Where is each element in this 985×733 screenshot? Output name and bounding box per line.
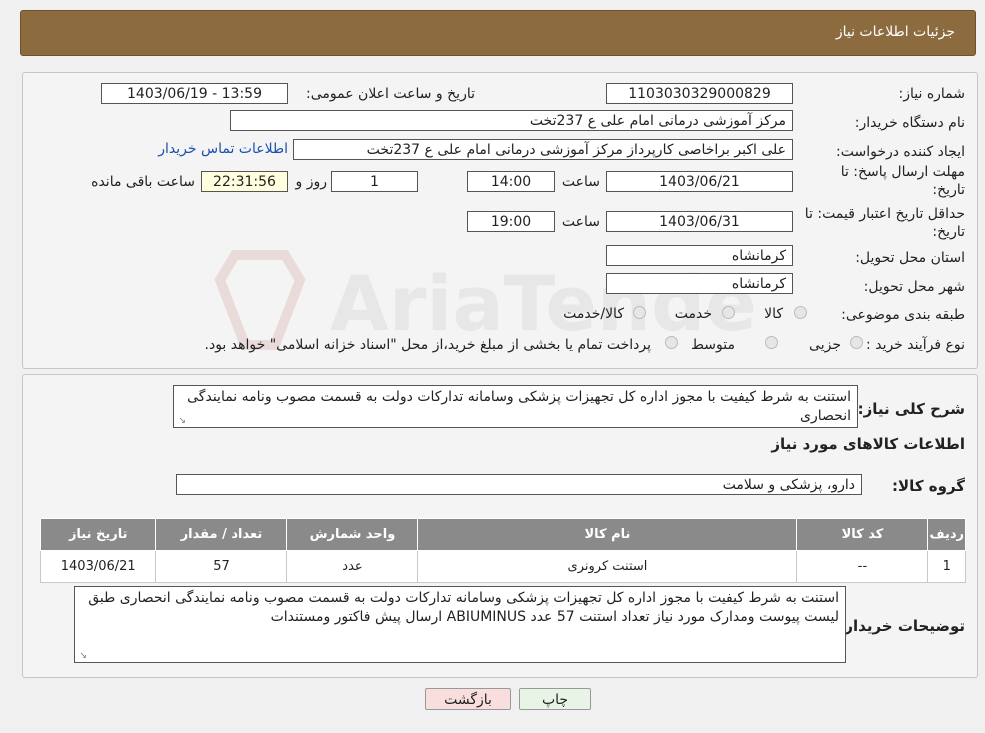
goods-group-label: گروه کالا: [892,477,965,495]
col-date: تاریخ نیاز [39,518,157,551]
requester-label: ایجاد کننده درخواست: [836,144,965,160]
validity-label-date: تاریخ: [932,224,965,240]
col-quantity: تعداد / مقدار [155,518,288,551]
cell-code: -- [796,550,929,583]
announce-label: تاریخ و ساعت اعلان عمومی: [306,86,475,102]
cell-unit: عدد [286,550,419,583]
description-label: شرح کلی نیاز: [857,400,965,418]
days-field: 1 [331,171,418,192]
buyer-notes-label: توضیحات خریدار: [838,617,965,635]
remaining-time-field: 22:31:56 [201,171,288,192]
goods-table-header: ردیف کد کالا نام کالا واحد شمارش تعداد /… [39,518,966,551]
purchase-radio-minor[interactable] [850,336,863,349]
requester-field: علی اکبر براخاصی کارپرداز مرکز آموزشی در… [293,139,793,160]
deadline-label: مهلت ارسال پاسخ: تا [840,164,965,180]
deadline-time-label: ساعت [561,174,600,190]
description-text: استنت به شرط کیفیت با مجوز اداره کل تجهی… [187,389,851,424]
description-textarea[interactable]: استنت به شرط کیفیت با مجوز اداره کل تجهی… [173,385,858,428]
days-label: روز و [295,174,328,190]
category-option-both: کالا/خدمت [563,306,624,322]
col-row: ردیف [927,518,966,551]
purchase-option-medium: متوسط [691,337,735,353]
purchase-note: پرداخت تمام یا بخشی از مبلغ خرید،از محل … [204,337,651,353]
deadline-time-field: 14:00 [467,171,555,192]
cell-date: 1403/06/21 [39,550,157,583]
category-radio-goods[interactable] [794,306,807,319]
goods-group-field: دارو، پزشکی و سلامت [176,474,862,495]
deadline-date-field: 1403/06/21 [606,171,793,192]
col-name: نام کالا [417,518,798,551]
table-row: 1 -- استنت کرونری عدد 57 1403/06/21 [39,550,966,583]
category-option-service: خدمت [674,306,712,322]
cell-row: 1 [927,550,966,583]
buyer-notes-textarea[interactable]: استنت به شرط کیفیت با مجوز اداره کل تجهی… [74,586,846,663]
col-code: کد کالا [796,518,929,551]
cell-quantity: 57 [155,550,288,583]
cell-name: استنت کرونری [417,550,798,583]
contact-info-link[interactable]: اطلاعات تماس خریدار [158,141,288,157]
purchase-radio-medium[interactable] [765,336,778,349]
print-button[interactable]: چاپ [519,688,591,710]
buyer-org-label: نام دستگاه خریدار: [854,115,965,131]
resize-grip-icon[interactable]: ↘ [176,416,186,426]
page-header: جزئیات اطلاعات نیاز [20,10,976,56]
page-title: جزئیات اطلاعات نیاز [835,24,955,40]
validity-date-field: 1403/06/31 [606,211,793,232]
buyer-notes-text: استنت به شرط کیفیت با مجوز اداره کل تجهی… [88,590,839,625]
province-label: استان محل تحویل: [855,250,965,266]
province-field: کرمانشاه [606,245,793,266]
col-unit: واحد شمارش [286,518,419,551]
category-radio-service[interactable] [722,306,735,319]
category-option-goods: کالا [764,306,783,322]
goods-table: ردیف کد کالا نام کالا واحد شمارش تعداد /… [39,518,966,583]
deadline-label-date: تاریخ: [932,182,965,198]
goods-section-title: اطلاعات کالاهای مورد نیاز [771,435,965,453]
city-label: شهر محل تحویل: [863,279,965,295]
need-number-label: شماره نیاز: [898,86,966,102]
remaining-label: ساعت باقی مانده [91,174,195,190]
resize-grip-icon[interactable]: ↘ [77,651,87,661]
announce-field: 1403/06/19 - 13:59 [101,83,288,104]
category-label: طبقه بندی موضوعی: [841,307,965,323]
back-button[interactable]: بازگشت [425,688,511,710]
purchase-type-label: نوع فرآیند خرید : [866,337,965,353]
validity-label: حداقل تاریخ اعتبار قیمت: تا [804,206,965,222]
purchase-option-minor: جزیی [809,337,841,353]
validity-time-label: ساعت [561,214,600,230]
category-radio-both[interactable] [633,306,646,319]
buyer-org-field: مرکز آموزشی درمانی امام علی ع 237تخت [230,110,793,131]
need-number-field: 1103030329000829 [606,83,793,104]
validity-time-field: 19:00 [467,211,555,232]
treasury-checkbox[interactable] [665,336,678,349]
city-field: کرمانشاه [606,273,793,294]
